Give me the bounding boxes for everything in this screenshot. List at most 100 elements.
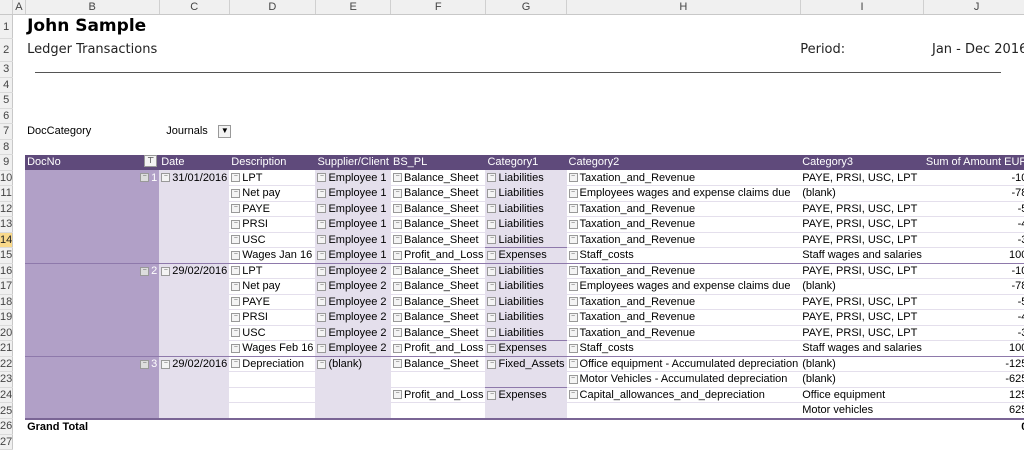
- cell[interactable]: [159, 417, 230, 434]
- cell[interactable]: [159, 216, 230, 232]
- cell[interactable]: − Employee 2: [315, 278, 391, 294]
- cell[interactable]: [25, 278, 160, 294]
- cell[interactable]: − PRSI: [229, 309, 316, 326]
- collapse-toggle-icon[interactable]: −: [392, 390, 402, 400]
- cell[interactable]: [25, 139, 159, 155]
- cell[interactable]: [800, 108, 924, 124]
- cell[interactable]: [567, 15, 801, 39]
- cell[interactable]: −2: [25, 263, 160, 279]
- cell[interactable]: [159, 387, 230, 403]
- cell[interactable]: [13, 155, 25, 171]
- cell[interactable]: 125: [923, 387, 1024, 403]
- cell[interactable]: [315, 93, 391, 109]
- cell[interactable]: − Balance_Sheet: [390, 309, 486, 326]
- cell[interactable]: [229, 417, 316, 434]
- collapse-toggle-icon[interactable]: −: [161, 173, 171, 183]
- cell[interactable]: [315, 108, 391, 124]
- row-header[interactable]: 14: [0, 232, 14, 248]
- cell[interactable]: [567, 77, 801, 93]
- cell[interactable]: [13, 77, 25, 93]
- cell[interactable]: [13, 341, 25, 357]
- cell[interactable]: − PAYE: [229, 294, 316, 310]
- row-header[interactable]: 17: [0, 278, 14, 295]
- cell[interactable]: -10: [923, 170, 1024, 186]
- collapse-toggle-icon[interactable]: −: [392, 312, 402, 322]
- column-header-B[interactable]: B: [25, 0, 160, 15]
- cell[interactable]: [13, 201, 25, 217]
- cell[interactable]: [25, 108, 159, 124]
- column-header-H[interactable]: H: [566, 0, 801, 15]
- collapse-toggle-icon[interactable]: −: [392, 297, 402, 307]
- cell[interactable]: [391, 93, 486, 109]
- cell[interactable]: [13, 124, 25, 140]
- cell[interactable]: − Balance_Sheet: [390, 263, 486, 279]
- cell[interactable]: -5: [923, 201, 1024, 217]
- row-header[interactable]: 11: [0, 185, 14, 202]
- cell[interactable]: (blank): [800, 185, 924, 202]
- cell[interactable]: [13, 387, 25, 403]
- collapse-toggle-icon[interactable]: −: [568, 328, 578, 338]
- cell[interactable]: − Wages Jan 16: [229, 247, 316, 264]
- cell[interactable]: [159, 340, 230, 357]
- cell[interactable]: [567, 108, 801, 124]
- row-header[interactable]: 5: [0, 92, 14, 109]
- cell[interactable]: [485, 139, 566, 155]
- collapse-toggle-icon[interactable]: −: [568, 343, 578, 353]
- collapse-toggle-icon[interactable]: −: [317, 266, 327, 276]
- collapse-toggle-icon[interactable]: −: [231, 343, 241, 353]
- cell[interactable]: [25, 340, 160, 357]
- cell[interactable]: − Motor Vehicles - Accumulated depreciati…: [566, 371, 801, 388]
- cell[interactable]: [315, 39, 391, 62]
- cell[interactable]: [485, 434, 566, 450]
- collapse-toggle-icon[interactable]: −: [231, 235, 241, 245]
- collapse-toggle-icon[interactable]: −: [392, 266, 402, 276]
- collapse-toggle-icon[interactable]: −: [231, 250, 241, 260]
- collapse-toggle-icon[interactable]: −: [392, 219, 402, 229]
- cell[interactable]: [566, 402, 801, 419]
- sort-filter-icon[interactable]: ⊤: [144, 155, 158, 168]
- cell[interactable]: [159, 294, 230, 310]
- cell[interactable]: [391, 15, 486, 39]
- collapse-toggle-icon[interactable]: −: [568, 235, 578, 245]
- cell[interactable]: [159, 434, 229, 450]
- cell[interactable]: [315, 371, 391, 387]
- cell[interactable]: −29/02/2016: [159, 263, 230, 279]
- cell[interactable]: − Employee 1: [315, 170, 391, 186]
- cell[interactable]: [229, 62, 315, 78]
- collapse-toggle-icon[interactable]: −: [231, 281, 241, 291]
- collapse-toggle-icon[interactable]: −: [231, 219, 241, 229]
- cell[interactable]: [25, 232, 160, 248]
- cell[interactable]: PAYE, PRSI, USC, LPT: [800, 170, 924, 186]
- cell[interactable]: − Employee 2: [315, 325, 391, 341]
- cell[interactable]: − Liabilities: [485, 278, 567, 294]
- cell[interactable]: [25, 325, 160, 341]
- cell[interactable]: [13, 434, 25, 450]
- row-header[interactable]: 16: [0, 263, 14, 279]
- cell[interactable]: [800, 15, 924, 39]
- cell[interactable]: − PRSI: [229, 216, 316, 233]
- cell[interactable]: [229, 371, 316, 388]
- cell[interactable]: PAYE, PRSI, USC, LPT: [800, 309, 924, 326]
- row-header[interactable]: 24: [0, 387, 14, 403]
- cell[interactable]: [391, 62, 486, 78]
- cell[interactable]: [391, 108, 486, 124]
- cell[interactable]: [25, 371, 160, 387]
- cell[interactable]: [13, 419, 25, 435]
- cell[interactable]: − Taxation_and_Revenue: [566, 232, 801, 248]
- cell[interactable]: − USC: [229, 325, 316, 341]
- cell[interactable]: − PAYE: [229, 201, 316, 217]
- cell[interactable]: [13, 263, 25, 279]
- cell[interactable]: [800, 434, 924, 450]
- cell[interactable]: [13, 108, 25, 124]
- cell[interactable]: − Staff_costs: [566, 340, 801, 357]
- cell[interactable]: − Depreciation: [229, 356, 316, 372]
- cell[interactable]: -5: [923, 294, 1024, 310]
- collapse-toggle-icon[interactable]: −: [487, 219, 497, 229]
- cell[interactable]: [159, 77, 229, 93]
- cell[interactable]: − Taxation_and_Revenue: [566, 201, 801, 217]
- cell[interactable]: − Balance_Sheet: [390, 294, 486, 310]
- cell[interactable]: -10: [923, 263, 1024, 279]
- cell[interactable]: − Employee 2: [315, 340, 391, 357]
- cell[interactable]: −3: [25, 356, 160, 372]
- cell[interactable]: ▼: [218, 124, 315, 140]
